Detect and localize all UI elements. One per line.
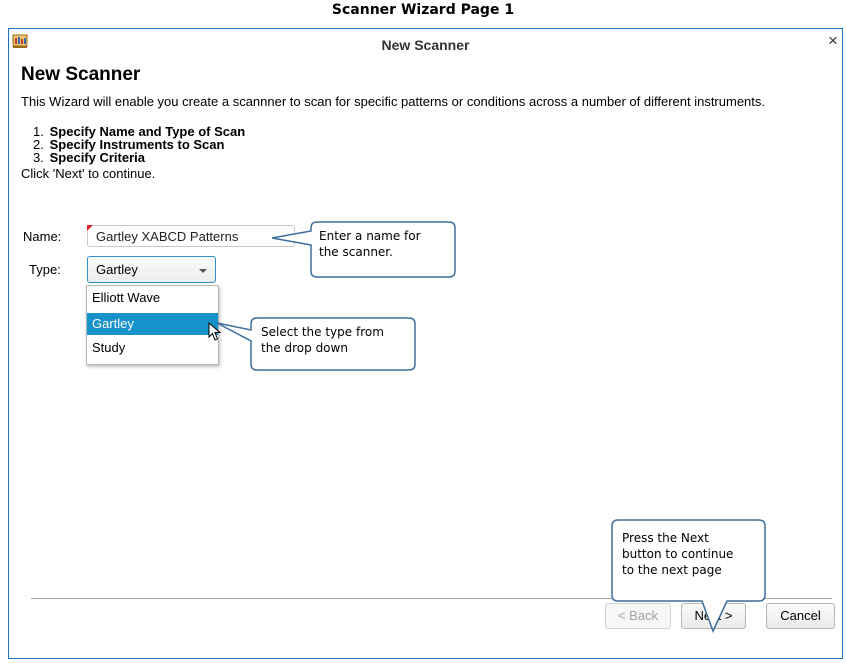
required-flag-icon — [87, 225, 93, 231]
cancel-button[interactable]: Cancel — [766, 603, 835, 629]
type-label: Type: — [29, 262, 61, 277]
type-select-value: Gartley — [96, 262, 138, 277]
next-button[interactable]: Next > — [681, 603, 746, 629]
next-callout: Press the Next button to continue to the… — [622, 530, 762, 594]
footer-separator — [31, 598, 832, 599]
window-title: New Scanner — [381, 37, 470, 53]
type-option-study[interactable]: Study — [87, 337, 218, 359]
callout-line: Select the type from — [261, 325, 384, 339]
type-option-elliott-wave[interactable]: Elliott Wave — [87, 287, 218, 309]
figure-caption: Scanner Wizard Page 1 — [331, 2, 515, 18]
mouse-pointer-icon — [208, 322, 222, 341]
name-field[interactable] — [87, 225, 295, 247]
callout-line: button to continue — [622, 547, 734, 561]
continue-hint: Click 'Next' to continue. — [21, 166, 156, 181]
name-callout: Enter a name for the scanner. — [319, 228, 449, 272]
callout-line: to the next page — [622, 563, 722, 577]
type-callout: Select the type from the drop down — [261, 324, 411, 364]
back-button[interactable]: < Back — [605, 603, 671, 629]
intro-text: This Wizard will enable you create a sca… — [21, 94, 766, 109]
step-item: 3. Specify Criteria — [33, 151, 245, 164]
type-select[interactable]: Gartley — [87, 256, 216, 283]
close-icon[interactable]: × — [824, 32, 842, 50]
step-text: Specify Criteria — [49, 150, 145, 165]
page-heading: New Scanner — [21, 64, 141, 85]
type-option-gartley[interactable]: Gartley — [87, 313, 218, 335]
callout-line: the drop down — [261, 341, 348, 355]
callout-line: Press the Next — [622, 531, 709, 545]
name-label: Name: — [23, 229, 62, 244]
step-number: 3. — [33, 150, 44, 165]
title-bar: New Scanner × — [9, 29, 842, 59]
chevron-down-icon — [199, 269, 207, 273]
callout-line: Enter a name for — [319, 229, 421, 243]
type-dropdown-list: Elliott Wave Gartley Study — [86, 285, 219, 365]
steps-list: 1. Specify Name and Type of Scan 2. Spec… — [33, 125, 245, 164]
callout-line: the scanner. — [319, 245, 393, 259]
